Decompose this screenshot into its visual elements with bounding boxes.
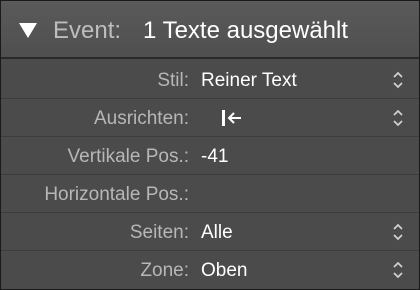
- disclosure-triangle-icon[interactable]: [19, 23, 37, 38]
- seiten-popup[interactable]: Alle: [201, 222, 233, 244]
- row-stil[interactable]: Stil: Reiner Text: [1, 61, 419, 99]
- horizontale-pos-label: Horizontale Pos.:: [44, 184, 189, 205]
- zone-label: Zone:: [140, 260, 189, 281]
- row-seiten[interactable]: Seiten: Alle: [1, 213, 419, 251]
- row-vertikale-pos[interactable]: Vertikale Pos.: -41: [1, 137, 419, 175]
- popup-chevrons-icon[interactable]: [392, 70, 404, 90]
- inspector-header[interactable]: Event: 1 Texte ausgewählt: [1, 1, 419, 59]
- header-label: Event:: [53, 17, 122, 44]
- row-ausrichten[interactable]: Ausrichten:: [1, 99, 419, 137]
- popup-chevrons-icon[interactable]: [392, 222, 404, 242]
- popup-chevrons-icon[interactable]: [392, 108, 404, 128]
- vertikale-pos-field[interactable]: -41: [201, 146, 228, 168]
- align-left-arrow-icon[interactable]: [221, 109, 243, 127]
- zone-popup[interactable]: Oben: [201, 260, 247, 282]
- ausrichten-label: Ausrichten:: [93, 108, 189, 129]
- seiten-label: Seiten:: [129, 222, 189, 243]
- popup-chevrons-icon[interactable]: [392, 260, 404, 280]
- stil-label: Stil:: [157, 70, 189, 91]
- header-selection-summary: 1 Texte ausgewählt: [143, 17, 349, 44]
- vertikale-pos-label: Vertikale Pos.:: [67, 146, 189, 167]
- row-horizontale-pos[interactable]: Horizontale Pos.:: [1, 175, 419, 213]
- event-inspector-panel: Event: 1 Texte ausgewählt Stil: Reiner T…: [0, 0, 420, 290]
- inspector-rows: Stil: Reiner Text Ausrichten: Vertikale …: [1, 59, 419, 289]
- stil-popup[interactable]: Reiner Text: [201, 70, 297, 92]
- row-zone[interactable]: Zone: Oben: [1, 251, 419, 289]
